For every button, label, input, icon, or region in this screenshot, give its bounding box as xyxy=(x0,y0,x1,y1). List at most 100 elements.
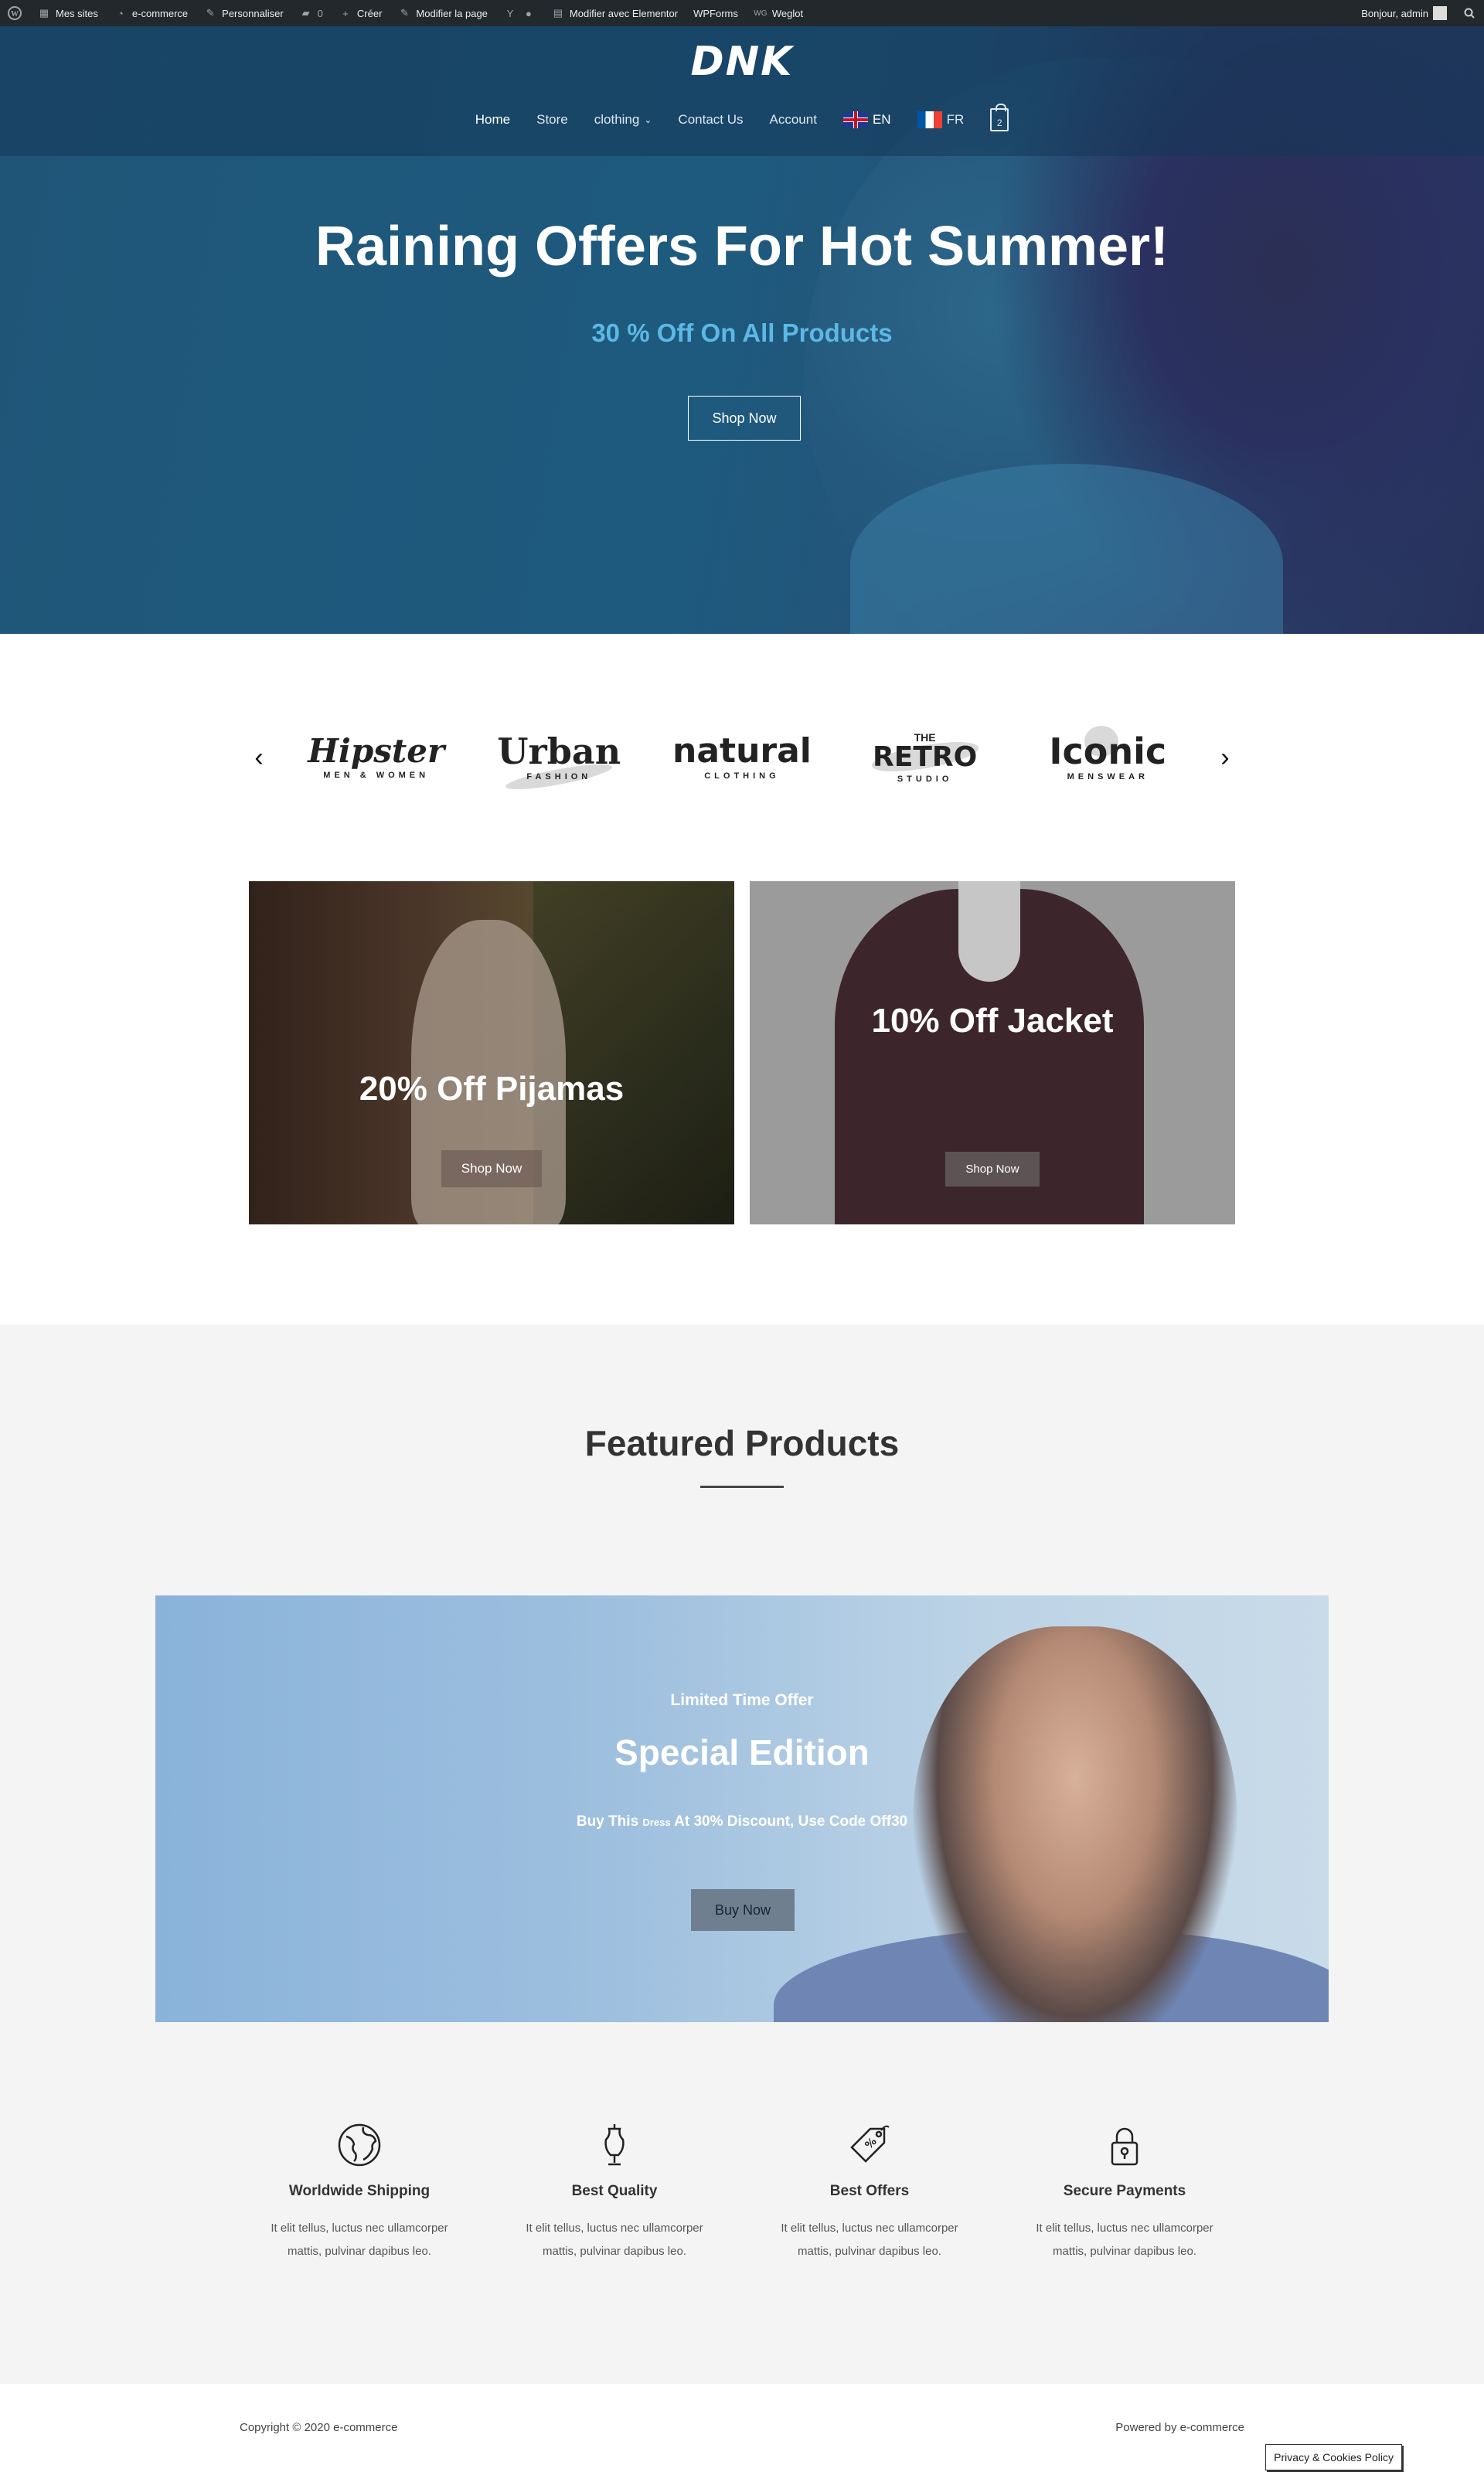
main-nav: Home Store clothing ⌄ Contact Us Account… xyxy=(0,104,1484,131)
featured-title: Featured Products xyxy=(584,1423,900,1463)
wordpress-icon: W xyxy=(8,6,22,20)
brand-name: Iconic xyxy=(1049,730,1167,772)
wpforms-label: WPForms xyxy=(693,7,738,19)
promo-title: 20% Off Pijamas xyxy=(359,1070,625,1108)
brand-tagline: MEN & WOMEN xyxy=(323,771,430,780)
comment-icon: ▰ xyxy=(301,7,310,19)
pencil-icon: ✎ xyxy=(400,7,409,19)
site-name-menu[interactable]: ◔ e-commerce xyxy=(106,0,196,26)
hero-section: DNK Home Store clothing ⌄ Contact Us Acc… xyxy=(0,26,1484,634)
site-footer: Copyright © 2020 e-commerce Powered by e… xyxy=(0,2384,1484,2472)
cart-button[interactable]: 2 xyxy=(990,104,1009,131)
features-row: Worldwide Shipping It elit tellus, luctu… xyxy=(232,2123,1252,2263)
feature-text: It elit tellus, luctus nec ullamcorper m… xyxy=(1036,2222,1213,2258)
admin-search-button[interactable] xyxy=(1455,0,1484,26)
banner-desc-after: At 30% Discount, Use Code Off30 xyxy=(674,1813,908,1830)
feature-text: It elit tellus, luctus nec ullamcorper m… xyxy=(781,2222,958,2258)
banner-desc-before: Buy This xyxy=(576,1813,639,1830)
nav-item-account[interactable]: Account xyxy=(770,112,817,128)
privacy-cookies-button[interactable]: Privacy & Cookies Policy xyxy=(1265,2444,1402,2470)
elementor-icon: ▤ xyxy=(553,7,563,19)
brand-name: RETRO xyxy=(873,741,978,773)
brands-carousel: ‹ Hipster MEN & WOMEN Urban FASHION natu… xyxy=(247,711,1237,804)
chevron-down-icon: ⌄ xyxy=(644,114,652,125)
banner-description: Buy This Dress At 30% Discount, Use Code… xyxy=(155,1813,1329,1830)
avatar xyxy=(1433,6,1447,20)
promo-title: 10% Off Jacket xyxy=(871,1002,1114,1040)
nav-item-contact[interactable]: Contact Us xyxy=(678,112,743,128)
promo-shop-now-button[interactable]: Shop Now xyxy=(945,1152,1040,1187)
greeting-label: Bonjour, admin xyxy=(1361,7,1428,19)
yoast-icon: Y xyxy=(506,7,514,19)
carousel-next-button[interactable]: › xyxy=(1213,743,1237,773)
language-fr[interactable]: FR xyxy=(917,111,965,128)
banner-desc-dress: Dress xyxy=(642,1817,671,1828)
buy-now-button[interactable]: Buy Now xyxy=(691,1889,795,1931)
powered-by-text: Powered by e-commerce xyxy=(1115,2421,1244,2434)
brand-name: Urban xyxy=(497,730,621,772)
yoast-menu[interactable]: Y ● xyxy=(495,0,543,26)
weglot-icon: WG xyxy=(754,9,768,18)
dashboard-icon: ◔ xyxy=(117,7,124,19)
featured-section: Featured Products Limited Time Offer Spe… xyxy=(0,1325,1484,2384)
feature-best-quality: Best Quality It elit tellus, luctus nec … xyxy=(487,2123,742,2263)
carousel-prev-button[interactable]: ‹ xyxy=(247,743,271,773)
nav-item-home[interactable]: Home xyxy=(475,112,510,128)
feature-text: It elit tellus, luctus nec ullamcorper m… xyxy=(526,2222,703,2258)
promo-card-jacket[interactable]: 10% Off Jacket Shop Now xyxy=(750,881,1235,1224)
brand-logo-hipster[interactable]: Hipster MEN & WOMEN xyxy=(299,735,454,781)
brand-name: natural xyxy=(672,731,812,771)
new-content-menu[interactable]: + Créer xyxy=(331,0,390,26)
price-tag-icon: % xyxy=(850,2125,890,2163)
nav-item-store[interactable]: Store xyxy=(536,112,568,128)
wordpress-logo-button[interactable]: W xyxy=(0,0,29,26)
uk-flag-icon xyxy=(842,111,868,128)
brand-tagline: FASHION xyxy=(526,772,592,781)
special-edition-banner: Limited Time Offer Special Edition Buy T… xyxy=(155,1595,1329,2022)
brand-tagline: STUDIO xyxy=(897,775,953,784)
language-en-label: EN xyxy=(872,112,891,127)
language-en[interactable]: EN xyxy=(842,111,891,128)
banner-eyebrow: Limited Time Offer xyxy=(670,1691,814,1709)
comments-count: 0 xyxy=(317,7,323,19)
brand-logo-urban[interactable]: Urban FASHION xyxy=(482,730,636,796)
new-content-label: Créer xyxy=(356,7,383,19)
copyright-text: Copyright © 2020 e-commerce xyxy=(240,2421,398,2434)
my-sites-label: Mes sites xyxy=(56,7,98,19)
promo-shop-now-button[interactable]: Shop Now xyxy=(441,1150,543,1187)
customize-label: Personnaliser xyxy=(222,7,284,19)
hero-subtitle: 30 % Off On All Products xyxy=(591,318,893,347)
brand-logo-iconic[interactable]: Iconic MENSWEAR xyxy=(1030,726,1185,781)
edit-elementor-link[interactable]: ▤ Modifier avec Elementor xyxy=(543,0,686,26)
sites-icon: ▦ xyxy=(39,7,49,19)
edit-elementor-label: Modifier avec Elementor xyxy=(569,7,679,19)
title-divider xyxy=(700,1486,784,1488)
cart-count: 2 xyxy=(996,117,1002,128)
plus-icon: + xyxy=(342,7,349,19)
language-fr-label: FR xyxy=(946,112,965,127)
comments-link[interactable]: ▰ 0 xyxy=(291,0,331,26)
nav-item-clothing[interactable]: clothing ⌄ xyxy=(594,112,652,128)
nav-item-clothing-label: clothing xyxy=(594,112,640,127)
search-icon xyxy=(1462,6,1476,20)
site-name-label: e-commerce xyxy=(131,7,189,19)
feature-title: Best Quality xyxy=(571,2183,658,2199)
edit-page-label: Modifier la page xyxy=(416,7,488,19)
feature-title: Best Offers xyxy=(829,2183,910,2199)
france-flag-icon xyxy=(917,111,942,128)
brand-logo-natural[interactable]: natural CLOTHING xyxy=(665,734,819,781)
account-menu[interactable]: Bonjour, admin xyxy=(1353,0,1455,26)
wpforms-link[interactable]: WPForms xyxy=(686,0,746,26)
promo-card-pijamas[interactable]: 20% Off Pijamas Shop Now xyxy=(249,881,734,1224)
hero-title: Raining Offers For Hot Summer! xyxy=(315,216,1169,278)
weglot-link[interactable]: WG Weglot xyxy=(746,0,811,26)
site-logo[interactable]: DNK xyxy=(0,39,1484,85)
customize-link[interactable]: ✎ Personnaliser xyxy=(196,0,291,26)
mannequin-icon xyxy=(604,2124,625,2166)
edit-page-link[interactable]: ✎ Modifier la page xyxy=(390,0,495,26)
hero-shop-now-button[interactable]: Shop Now xyxy=(688,396,801,441)
brand-logo-retro[interactable]: THE RETRO STUDIO xyxy=(848,731,1002,784)
feature-title: Worldwide Shipping xyxy=(288,2183,431,2199)
banner-title: Special Edition xyxy=(614,1732,870,1772)
my-sites-menu[interactable]: ▦ Mes sites xyxy=(29,0,106,26)
